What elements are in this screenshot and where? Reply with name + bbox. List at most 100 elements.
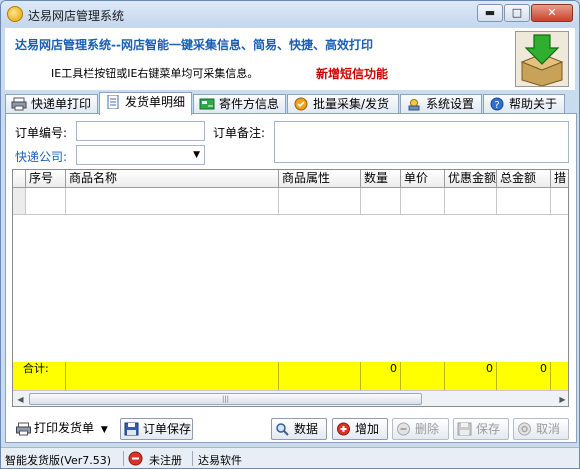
print-invoice-dropdown[interactable]: 打印发货单 ▼ bbox=[12, 418, 114, 440]
total-quantity: 0 bbox=[361, 362, 401, 390]
cancel-button-label: 取消 bbox=[536, 422, 561, 436]
data-button[interactable]: 数据 bbox=[271, 418, 327, 440]
window-controls: ▬ □ ✕ bbox=[476, 4, 573, 22]
maximize-icon: □ bbox=[511, 6, 523, 19]
total-cell bbox=[279, 362, 361, 390]
horizontal-scrollbar[interactable]: ◀ ||| ▶ bbox=[13, 390, 568, 406]
delete-icon bbox=[397, 422, 410, 436]
save-order-button[interactable]: 订单保存 bbox=[120, 418, 193, 440]
order-no-input[interactable] bbox=[76, 121, 205, 141]
magnifier-icon bbox=[276, 423, 289, 436]
settings-icon bbox=[408, 99, 420, 111]
help-icon: ? bbox=[490, 97, 504, 111]
order-remark-label: 订单备注: bbox=[213, 126, 266, 140]
courier-company-select[interactable]: ▼ bbox=[76, 145, 205, 165]
delete-button-label: 删除 bbox=[415, 422, 440, 436]
save-button[interactable]: 保存 bbox=[453, 418, 509, 440]
new-feature-notice: 新增短信功能 bbox=[316, 67, 389, 81]
tab-express-print[interactable]: 快递单打印 bbox=[5, 94, 98, 114]
tab-label: 批量采集/发货 bbox=[313, 97, 390, 111]
row-selector[interactable] bbox=[13, 188, 26, 215]
delete-button[interactable]: 删除 bbox=[392, 418, 449, 440]
tab-sender-info[interactable]: 寄件方信息 bbox=[193, 94, 286, 114]
total-cell bbox=[66, 362, 279, 390]
maximize-button[interactable]: □ bbox=[504, 4, 530, 22]
close-button[interactable]: ✕ bbox=[531, 4, 573, 22]
tab-batch-collect[interactable]: 批量采集/发货 bbox=[287, 94, 399, 114]
column-header[interactable]: 单价 bbox=[401, 170, 445, 188]
total-amount: 0 bbox=[497, 362, 551, 390]
scrollbar-thumb[interactable]: ||| bbox=[29, 393, 422, 405]
status-divider bbox=[192, 451, 193, 466]
status-divider bbox=[123, 451, 124, 466]
close-icon: ✕ bbox=[547, 6, 557, 19]
floppy-disk-icon bbox=[124, 422, 139, 436]
order-remark-textarea[interactable] bbox=[274, 121, 569, 163]
column-header[interactable]: 商品属性 bbox=[279, 170, 361, 188]
order-items-table[interactable]: 序号 商品名称 商品属性 数量 单价 优惠金额 总金额 措 合计: 0 0 0 … bbox=[12, 169, 569, 407]
tab-bar: 快递单打印 发货单明细 寄件方信息 批量采集/发货 系统设置 ? 帮助关于 bbox=[5, 92, 577, 115]
save-button-label: 保存 bbox=[476, 422, 501, 436]
chevron-down-icon[interactable]: ▼ bbox=[193, 150, 200, 160]
row-header-corner bbox=[13, 170, 26, 188]
add-icon bbox=[337, 422, 350, 436]
version-text: 智能发货版(Ver7.53) bbox=[5, 454, 112, 467]
cancel-button[interactable]: 取消 bbox=[513, 418, 569, 440]
cancel-icon bbox=[518, 422, 531, 436]
printer-icon bbox=[11, 97, 27, 111]
column-header[interactable]: 商品名称 bbox=[66, 170, 279, 188]
table-cell[interactable] bbox=[445, 188, 497, 215]
table-cell[interactable] bbox=[497, 188, 551, 215]
table-cell[interactable] bbox=[279, 188, 361, 215]
table-cell[interactable] bbox=[401, 188, 445, 215]
total-cell bbox=[551, 362, 568, 390]
total-label: 合计: bbox=[13, 362, 66, 390]
tab-invoice-details[interactable]: 发货单明细 bbox=[99, 92, 192, 115]
window-title: 达易网店管理系统 bbox=[28, 9, 125, 23]
table-cell[interactable] bbox=[26, 188, 66, 215]
chevron-down-icon: ▼ bbox=[100, 425, 108, 435]
column-header[interactable]: 总金额 bbox=[497, 170, 551, 188]
total-cell bbox=[401, 362, 445, 390]
scroll-left-icon[interactable]: ◀ bbox=[13, 392, 28, 406]
download-box-icon bbox=[515, 31, 569, 87]
scroll-right-icon[interactable]: ▶ bbox=[555, 392, 568, 406]
floppy-disk-icon bbox=[457, 422, 472, 436]
column-header[interactable]: 措 bbox=[551, 170, 568, 188]
unregistered-icon bbox=[128, 451, 143, 466]
table-cell[interactable] bbox=[66, 188, 279, 215]
data-button-label: 数据 bbox=[294, 422, 319, 436]
app-window: 达易网店管理系统 ▬ □ ✕ 达易网店管理系统--网店智能一键采集信息、简易、快… bbox=[0, 0, 580, 469]
tab-label: 快递单打印 bbox=[31, 97, 92, 111]
company-name: 达易软件 bbox=[198, 454, 242, 467]
column-header[interactable]: 数量 bbox=[361, 170, 401, 188]
sender-card-icon bbox=[199, 98, 215, 110]
table-cell[interactable] bbox=[361, 188, 401, 215]
add-button[interactable]: 增加 bbox=[332, 418, 388, 440]
svg-text:?: ? bbox=[494, 100, 499, 111]
tab-system-settings[interactable]: 系统设置 bbox=[400, 94, 482, 114]
totals-row: 合计: 0 0 0 bbox=[13, 362, 568, 390]
column-header[interactable]: 序号 bbox=[26, 170, 66, 188]
header-title: 达易网店管理系统--网店智能一键采集信息、简易、快捷、高效打印 bbox=[15, 38, 373, 52]
document-icon bbox=[107, 95, 119, 109]
table-cell[interactable] bbox=[551, 188, 568, 215]
save-order-label: 订单保存 bbox=[143, 422, 192, 436]
order-no-label: 订单编号: bbox=[15, 126, 68, 140]
batch-collect-icon bbox=[294, 97, 308, 111]
header-banner: 达易网店管理系统--网店智能一键采集信息、简易、快捷、高效打印 IE工具栏按钮或… bbox=[5, 28, 575, 90]
header-subtitle: IE工具栏按钮或IE右键菜单均可采集信息。 bbox=[51, 67, 259, 80]
tab-label: 帮助关于 bbox=[509, 97, 558, 111]
invoice-details-panel: 订单编号: 订单备注: 快递公司: ▼ 序号 商品名称 商品属性 数量 单价 优… bbox=[5, 113, 577, 443]
printer-icon bbox=[16, 422, 31, 436]
app-logo-icon bbox=[7, 6, 23, 22]
column-header[interactable]: 优惠金额 bbox=[445, 170, 497, 188]
courier-company-label: 快递公司: bbox=[15, 150, 68, 164]
tab-label: 系统设置 bbox=[426, 97, 475, 111]
minimize-button[interactable]: ▬ bbox=[477, 4, 503, 22]
tab-help-about[interactable]: ? 帮助关于 bbox=[483, 94, 565, 114]
title-bar[interactable]: 达易网店管理系统 ▬ □ ✕ bbox=[1, 1, 579, 27]
registration-status: 未注册 bbox=[149, 454, 182, 467]
status-bar: 智能发货版(Ver7.53) 未注册 达易软件 bbox=[1, 447, 579, 468]
add-button-label: 增加 bbox=[355, 422, 380, 436]
